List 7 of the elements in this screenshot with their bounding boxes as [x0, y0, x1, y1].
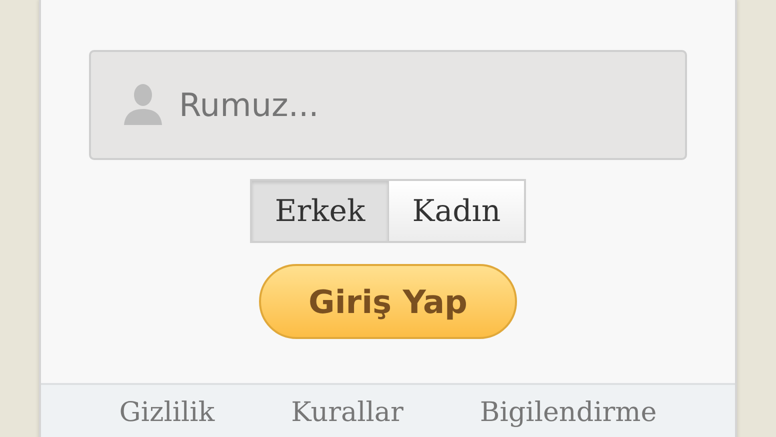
gender-option[interactable]: Erkek [252, 181, 388, 241]
footer-link[interactable]: Gizlilik [119, 399, 215, 426]
nickname-field[interactable]: Rumuz... [89, 50, 687, 160]
footer-link[interactable]: Bigilendirme [480, 399, 657, 426]
footer-link[interactable]: Kurallar [291, 399, 404, 426]
login-button[interactable]: Giriş Yap [259, 264, 517, 339]
gender-option[interactable]: Kadın [388, 181, 524, 241]
